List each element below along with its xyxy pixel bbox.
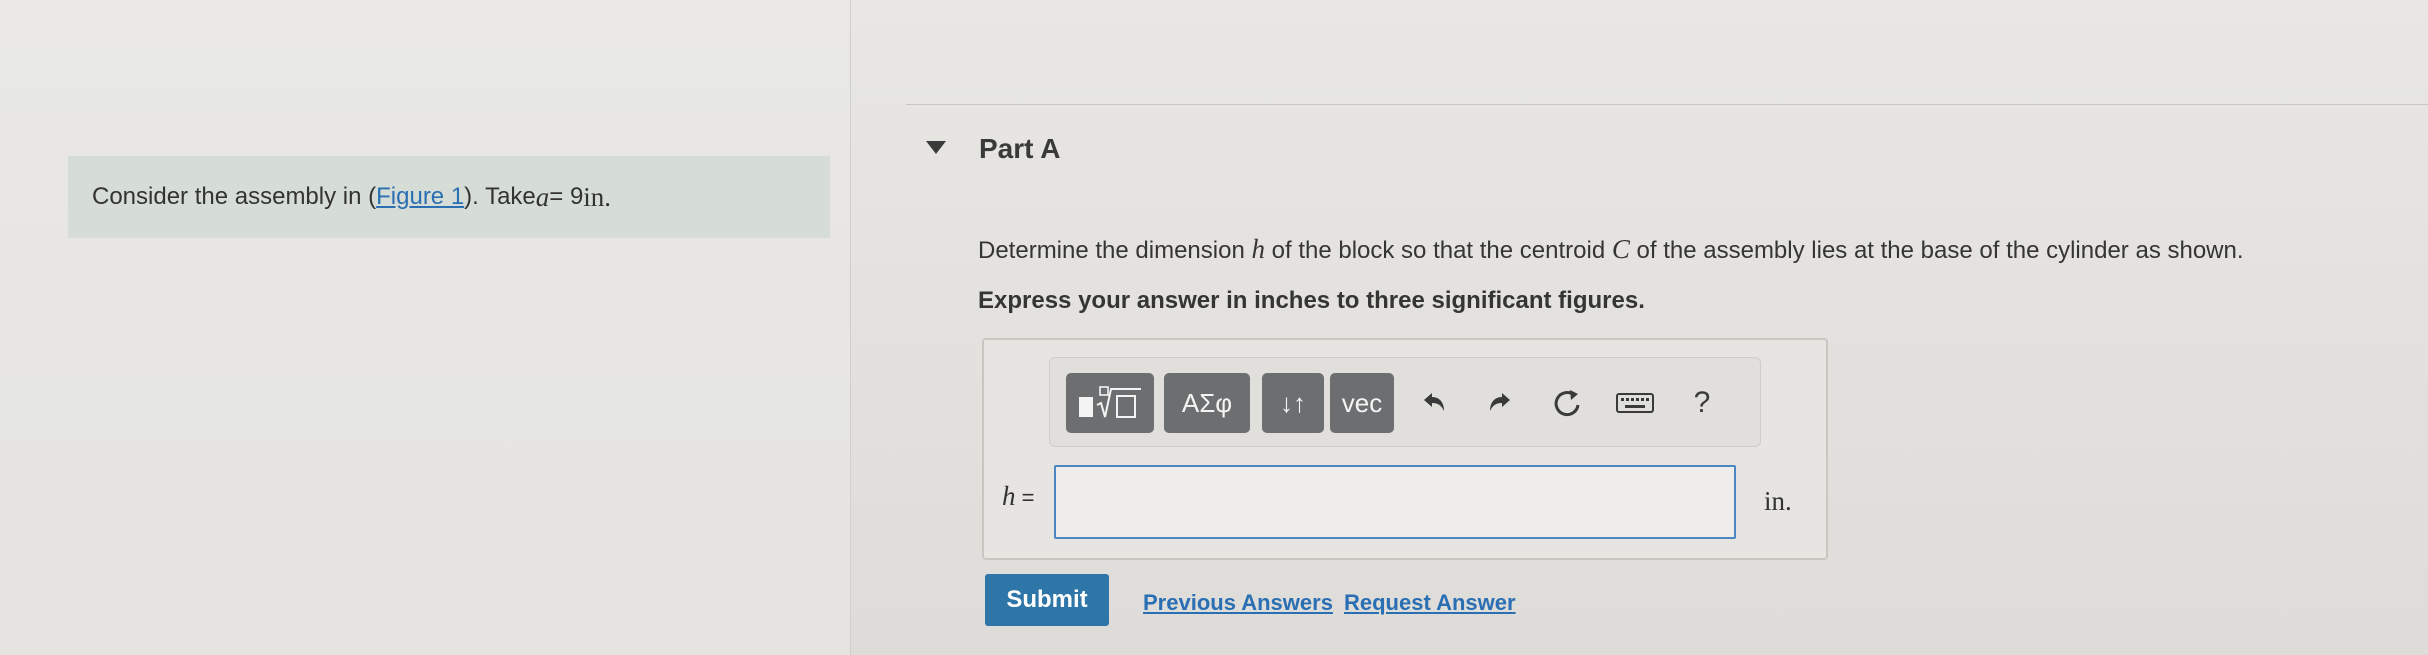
previous-answers-link[interactable]: Previous Answers: [1143, 590, 1333, 616]
variable-c: C: [1611, 234, 1630, 264]
answer-equals: =: [1015, 485, 1035, 510]
reset-icon[interactable]: [1545, 373, 1589, 433]
help-icon[interactable]: ?: [1680, 373, 1724, 433]
greek-symbols-button[interactable]: ΑΣφ: [1164, 373, 1250, 433]
question-part-2: of the block so that the centroid: [1264, 237, 1612, 264]
templates-icon: [1079, 386, 1141, 418]
math-toolbar: ΑΣφ ↓↑ vec ?: [1049, 357, 1761, 447]
part-title[interactable]: Part A: [979, 133, 1060, 165]
answer-input[interactable]: [1054, 465, 1736, 539]
instruction-text: Express your answer in inches to three s…: [978, 287, 1645, 314]
redo-icon[interactable]: [1478, 373, 1522, 433]
intro-text-prefix: Consider the assembly in (: [92, 183, 377, 210]
keyboard-icon[interactable]: [1613, 373, 1657, 433]
variable-h: h: [1251, 234, 1265, 264]
answer-variable-label: h =: [1002, 481, 1034, 512]
question-part-3: of the assembly lies at the base of the …: [1629, 237, 2244, 264]
question-part-1: Determine the dimension: [978, 237, 1252, 264]
answer-unit: in.: [1764, 486, 1792, 516]
answer-variable: h: [1002, 481, 1016, 511]
subscript-superscript-button[interactable]: ↓↑: [1262, 373, 1324, 433]
variable-a: a: [535, 181, 550, 212]
submit-button[interactable]: Submit: [985, 574, 1109, 626]
templates-button[interactable]: [1066, 373, 1154, 433]
vector-button[interactable]: vec: [1330, 373, 1394, 433]
collapse-caret-icon[interactable]: [926, 141, 946, 154]
request-answer-link[interactable]: Request Answer: [1344, 590, 1516, 616]
figure-link[interactable]: Figure 1: [376, 183, 464, 211]
intro-text-middle: ). Take: [464, 183, 536, 210]
intro-equals: = 9: [549, 183, 584, 210]
question-text: Determine the dimension h of the block s…: [978, 234, 2244, 265]
problem-panel: Consider the assembly in (Figure 1). Tak…: [0, 0, 851, 655]
problem-intro: Consider the assembly in (Figure 1). Tak…: [68, 156, 830, 238]
undo-icon[interactable]: [1412, 373, 1456, 433]
part-divider: [906, 104, 2428, 105]
intro-unit: in.: [583, 181, 612, 212]
